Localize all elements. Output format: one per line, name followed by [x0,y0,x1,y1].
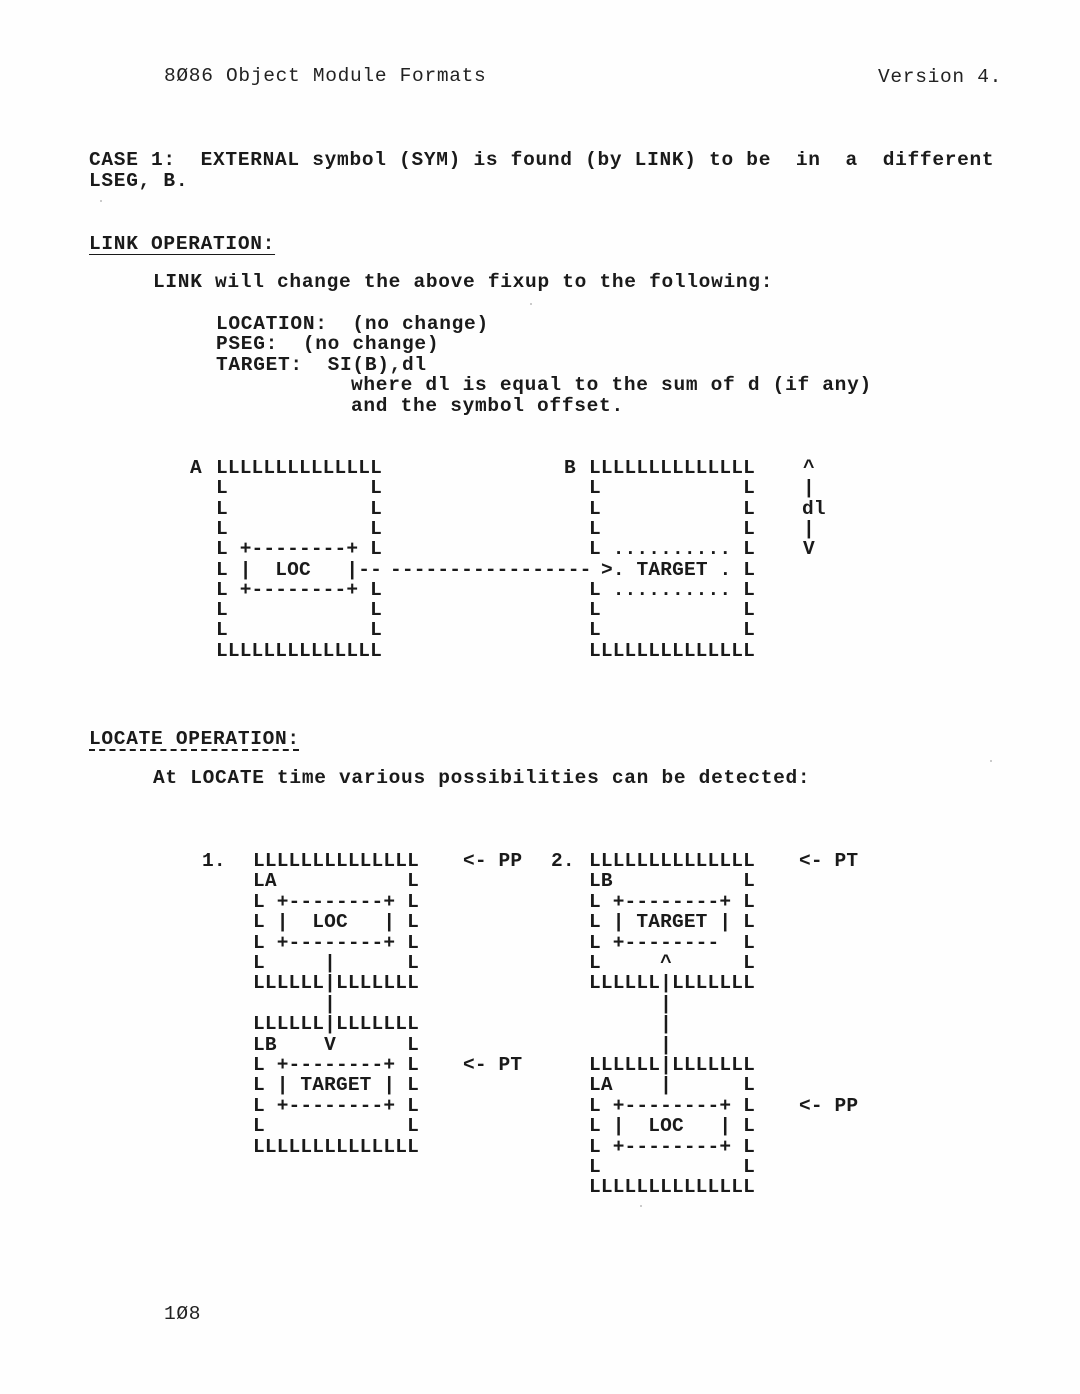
case-1-row: L +--------+ L [253,1095,419,1117]
case-1-row: L +--------+ L [253,891,419,913]
case1-line2: LSEG, B. [89,170,189,192]
segment-a-label: A [190,457,202,479]
segment-b-row: >. TARGET . L [601,559,756,581]
case-2-row: LLLLLLLLLLLLLL [589,850,755,872]
scan-speck [530,303,532,305]
link-operation-heading: LINK OPERATION: [89,233,276,255]
pointer-label: <- PT [463,1054,523,1076]
segment-b-row: LLLLLLLLLLLLLL [589,640,755,662]
segment-a-row: L L [216,518,382,540]
link-note-line2: and the symbol offset. [351,395,624,417]
case-2-row: LLLLLL|LLLLLLL [589,1054,755,1076]
locate-operation-heading: LOCATE OPERATION: [89,728,300,750]
case-1-row: L +--------+ L [253,932,419,954]
segment-b-row: LLLLLLLLLLLLLL [589,457,755,479]
case-1-row: LLLLLLLLLLLLLL [253,1136,419,1158]
case-2-row: L +--------+ L [589,1095,755,1117]
case-1-row: | [253,993,336,1015]
segment-b-row: L .......... L [589,579,755,601]
segment-a-row: L L [216,599,382,621]
case1-line1: CASE 1: EXTERNAL symbol (SYM) is found (… [89,149,995,171]
case-1-row: L +--------+ L [253,1054,419,1076]
segment-a-row: L L [216,477,382,499]
scan-speck [640,1205,642,1207]
fixup-arrow: ----------------- [390,559,592,581]
case-2-row: L +--------+ L [589,891,755,913]
case-2-row: | [589,1013,672,1035]
link-field-target: TARGET: SI(B),dl [216,354,427,376]
pointer-label: <- PP [463,850,523,872]
link-operation-intro: LINK will change the above fixup to the … [153,271,774,293]
case-2-row: | [589,993,672,1015]
dl-offset-indicator: V [803,538,815,560]
segment-a-row: L +--------+ L [216,538,382,560]
case-2-number: 2. [551,850,575,872]
document-version: Version 4. [878,66,1003,88]
case-1-row: L L [253,1115,419,1137]
segment-a-row: L L [216,498,382,520]
document-title: 8Ø86 Object Module Formats [164,65,487,87]
segment-a-row: L L [216,619,382,641]
case-1-number: 1. [202,850,226,872]
segment-a-row: L | LOC |-- [216,559,382,581]
segment-a-row: LLLLLLLLLLLLLL [216,640,382,662]
dl-offset-indicator: dl [802,498,826,520]
case-2-row: L +--------+ L [589,1136,755,1158]
case-1-row: LLLLLLLLLLLLLL [253,850,419,872]
link-field-pseg: PSEG: (no change) [216,333,440,355]
dl-offset-indicator: | [803,477,815,499]
case-2-row: LB L [589,870,755,892]
page-number: 1Ø8 [164,1303,202,1325]
segment-b-row: L L [589,518,755,540]
case-1-row: L | LOC | L [253,911,419,933]
case-1-row: L | TARGET | L [253,1074,419,1096]
case-1-row: L | L [253,952,419,974]
pointer-label: <- PP [799,1095,859,1117]
scan-speck [100,200,102,202]
segment-b-row: L L [589,599,755,621]
case-2-row: LLLLLLLLLLLLLL [589,1176,755,1198]
case-1-row: LLLLLL|LLLLLLL [253,1013,419,1035]
pointer-label: <- PT [799,850,859,872]
segment-b-row: L L [589,477,755,499]
dl-offset-indicator: ^ [803,457,815,479]
case-2-row: L L [589,1156,755,1178]
case-2-row: LA | L [589,1074,755,1096]
case-2-row: | [589,1034,672,1056]
case-2-row: LLLLLL|LLLLLLL [589,972,755,994]
case-1-row: LLLLLL|LLLLLLL [253,972,419,994]
locate-operation-intro: At LOCATE time various possibilities can… [153,767,811,789]
segment-b-label: B [564,457,576,479]
case-2-row: L ^ L [589,952,755,974]
link-note-line1: where dl is equal to the sum of d (if an… [351,374,872,396]
segment-b-row: L L [589,619,755,641]
case-2-row: L +-------- L [589,932,755,954]
segment-a-row: L +--------+ L [216,579,382,601]
case-1-row: LB V L [253,1034,419,1056]
case-1-row: LA L [253,870,419,892]
case-2-row: L | TARGET | L [589,911,755,933]
segment-b-row: L L [589,498,755,520]
segment-a-row: LLLLLLLLLLLLLL [216,457,382,479]
document-page: 8Ø86 Object Module Formats Version 4. CA… [0,0,1080,1394]
link-field-location: LOCATION: (no change) [216,313,489,335]
case-2-row: L | LOC | L [589,1115,755,1137]
segment-b-row: L .......... L [589,538,755,560]
dl-offset-indicator: | [803,518,815,540]
scan-speck [990,760,992,762]
